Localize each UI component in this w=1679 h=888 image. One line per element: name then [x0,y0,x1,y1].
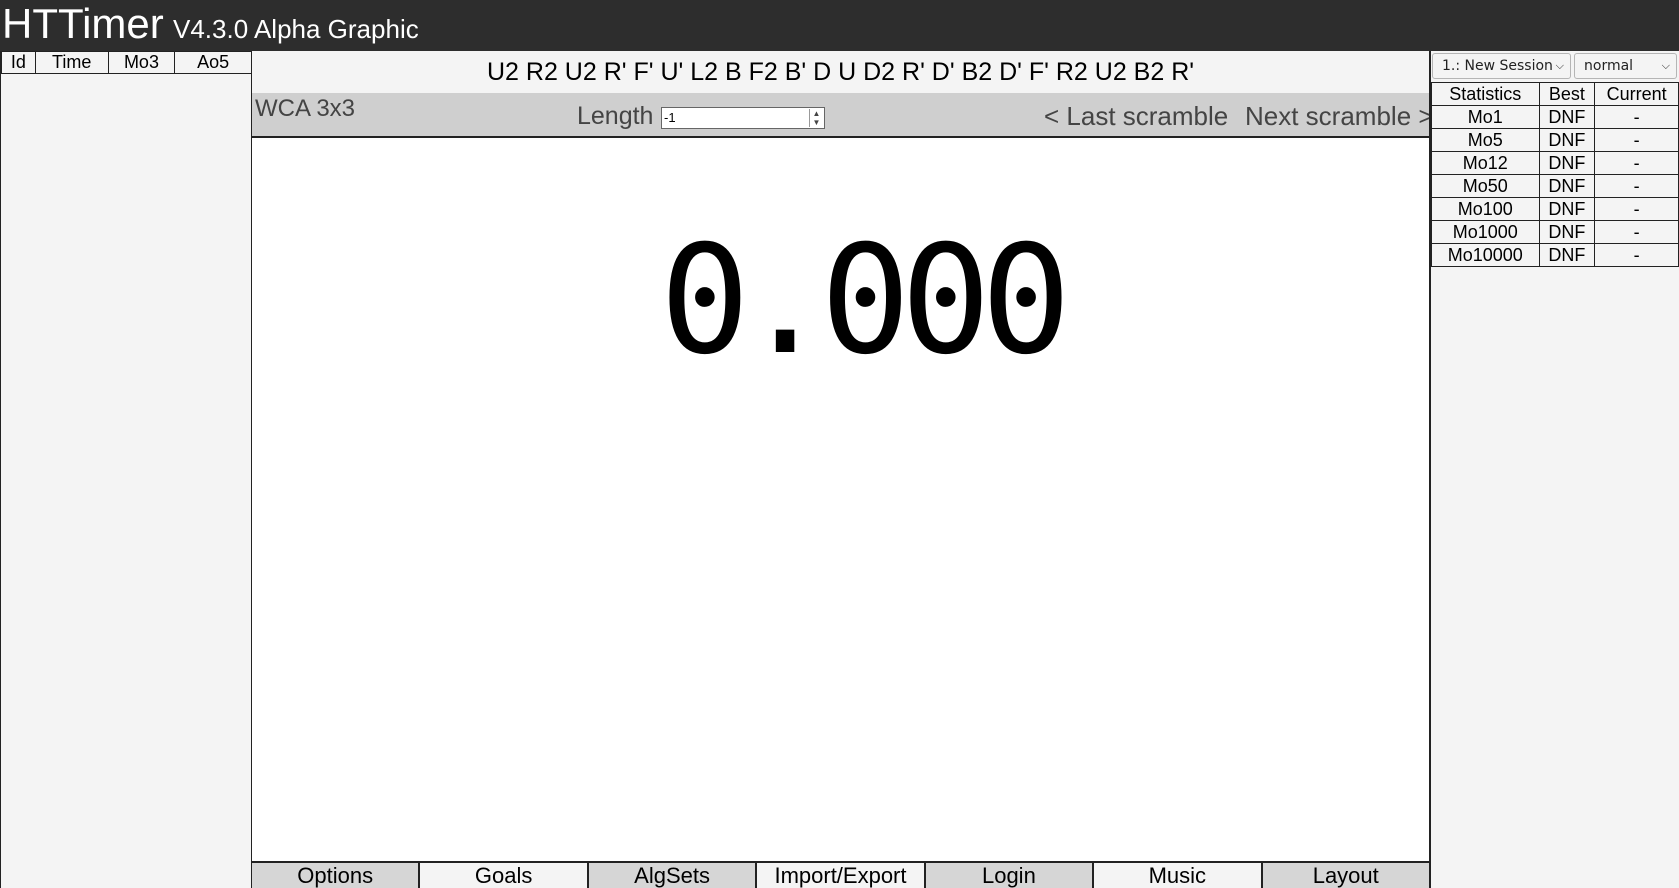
length-label: Length [577,102,654,130]
times-table-header: Id Time Mo3 Ao5 [1,51,252,74]
table-row[interactable]: Mo100 DNF - [1431,197,1679,221]
stat-name: Mo50 [1431,174,1540,198]
bottom-tab-bar: Options Goals AlgSets Import/Export Logi… [252,861,1429,888]
column-ao5[interactable]: Ao5 [174,51,252,74]
stat-current[interactable]: - [1594,128,1679,152]
mode-select-value: normal [1584,58,1634,74]
next-scramble-button[interactable]: Next scramble > [1245,101,1434,131]
column-current: Current [1594,82,1679,106]
length-value: -1 [664,110,676,125]
table-row[interactable]: Mo5 DNF - [1431,128,1679,152]
stat-current[interactable]: - [1594,151,1679,175]
table-row[interactable]: Mo1000 DNF - [1431,220,1679,244]
column-best: Best [1538,82,1596,106]
column-id[interactable]: Id [1,51,36,74]
stat-current[interactable]: - [1594,174,1679,198]
stat-best[interactable]: DNF [1538,197,1596,221]
tab-algsets[interactable]: AlgSets [588,863,758,888]
stat-current[interactable]: - [1594,243,1679,267]
stat-best[interactable]: DNF [1538,105,1596,129]
stat-name: Mo1 [1431,105,1540,129]
scramble-controls: WCA 3x3 Length -1 ▲ ▼ < Last scramble Nex… [252,93,1434,138]
app-version: V4.3.0 Alpha Graphic [173,14,419,44]
app-header: HTTimer V4.3.0 Alpha Graphic [0,0,1679,51]
statistics-panel: 1.: New Session ⌵ normal ⌵ Statistics Be… [1429,51,1679,888]
puzzle-type-label[interactable]: WCA 3x3 [255,95,355,123]
tab-music[interactable]: Music [1094,863,1263,888]
statistics-header: Statistics Best Current [1431,82,1679,106]
stat-name: Mo100 [1431,197,1540,221]
mode-select[interactable]: normal ⌵ [1574,53,1677,79]
table-row[interactable]: Mo50 DNF - [1431,174,1679,198]
column-statistics: Statistics [1431,82,1540,106]
tab-options[interactable]: Options [252,863,421,888]
stat-best[interactable]: DNF [1538,220,1596,244]
app-title: HTTimer [2,0,164,47]
stat-name: Mo12 [1431,151,1540,175]
stat-best[interactable]: DNF [1538,151,1596,175]
length-input[interactable]: -1 ▲ ▼ [661,107,825,129]
chevron-down-icon: ⌵ [1555,59,1564,72]
stat-best[interactable]: DNF [1538,128,1596,152]
spinner-arrows-icon[interactable]: ▲ ▼ [809,109,823,127]
last-scramble-button[interactable]: < Last scramble [1044,101,1228,131]
timer-display[interactable]: 0.000 [252,211,1429,391]
tab-import-export[interactable]: Import/Export [757,863,926,888]
tab-login[interactable]: Login [925,863,1095,888]
stat-current[interactable]: - [1594,197,1679,221]
stat-name: Mo5 [1431,128,1540,152]
scramble-text[interactable]: U2 R2 U2 R' F' U' L2 B F2 B' D U D2 R' D… [252,51,1429,93]
stat-current[interactable]: - [1594,220,1679,244]
stat-name: Mo1000 [1431,220,1540,244]
times-table: Id Time Mo3 Ao5 [1,51,252,74]
table-row[interactable]: Mo1 DNF - [1431,105,1679,129]
table-row[interactable]: Mo12 DNF - [1431,151,1679,175]
table-row[interactable]: Mo10000 DNF - [1431,243,1679,267]
tab-layout[interactable]: Layout [1262,863,1429,888]
session-select-value: 1.: New Session [1442,58,1553,74]
stat-best[interactable]: DNF [1538,174,1596,198]
column-time[interactable]: Time [34,51,109,74]
stat-name: Mo10000 [1431,243,1540,267]
chevron-down-icon: ⌵ [1661,59,1670,72]
tab-goals[interactable]: Goals [420,863,589,888]
column-mo3[interactable]: Mo3 [107,51,176,74]
stat-current[interactable]: - [1594,105,1679,129]
timer-panel: U2 R2 U2 R' F' U' L2 B F2 B' D U D2 R' D… [252,51,1434,888]
times-panel: Id Time Mo3 Ao5 [0,51,252,888]
statistics-table: Statistics Best Current Mo1 DNF - Mo5 DN… [1431,82,1679,267]
stat-best[interactable]: DNF [1538,243,1596,267]
session-select[interactable]: 1.: New Session ⌵ [1432,53,1571,79]
